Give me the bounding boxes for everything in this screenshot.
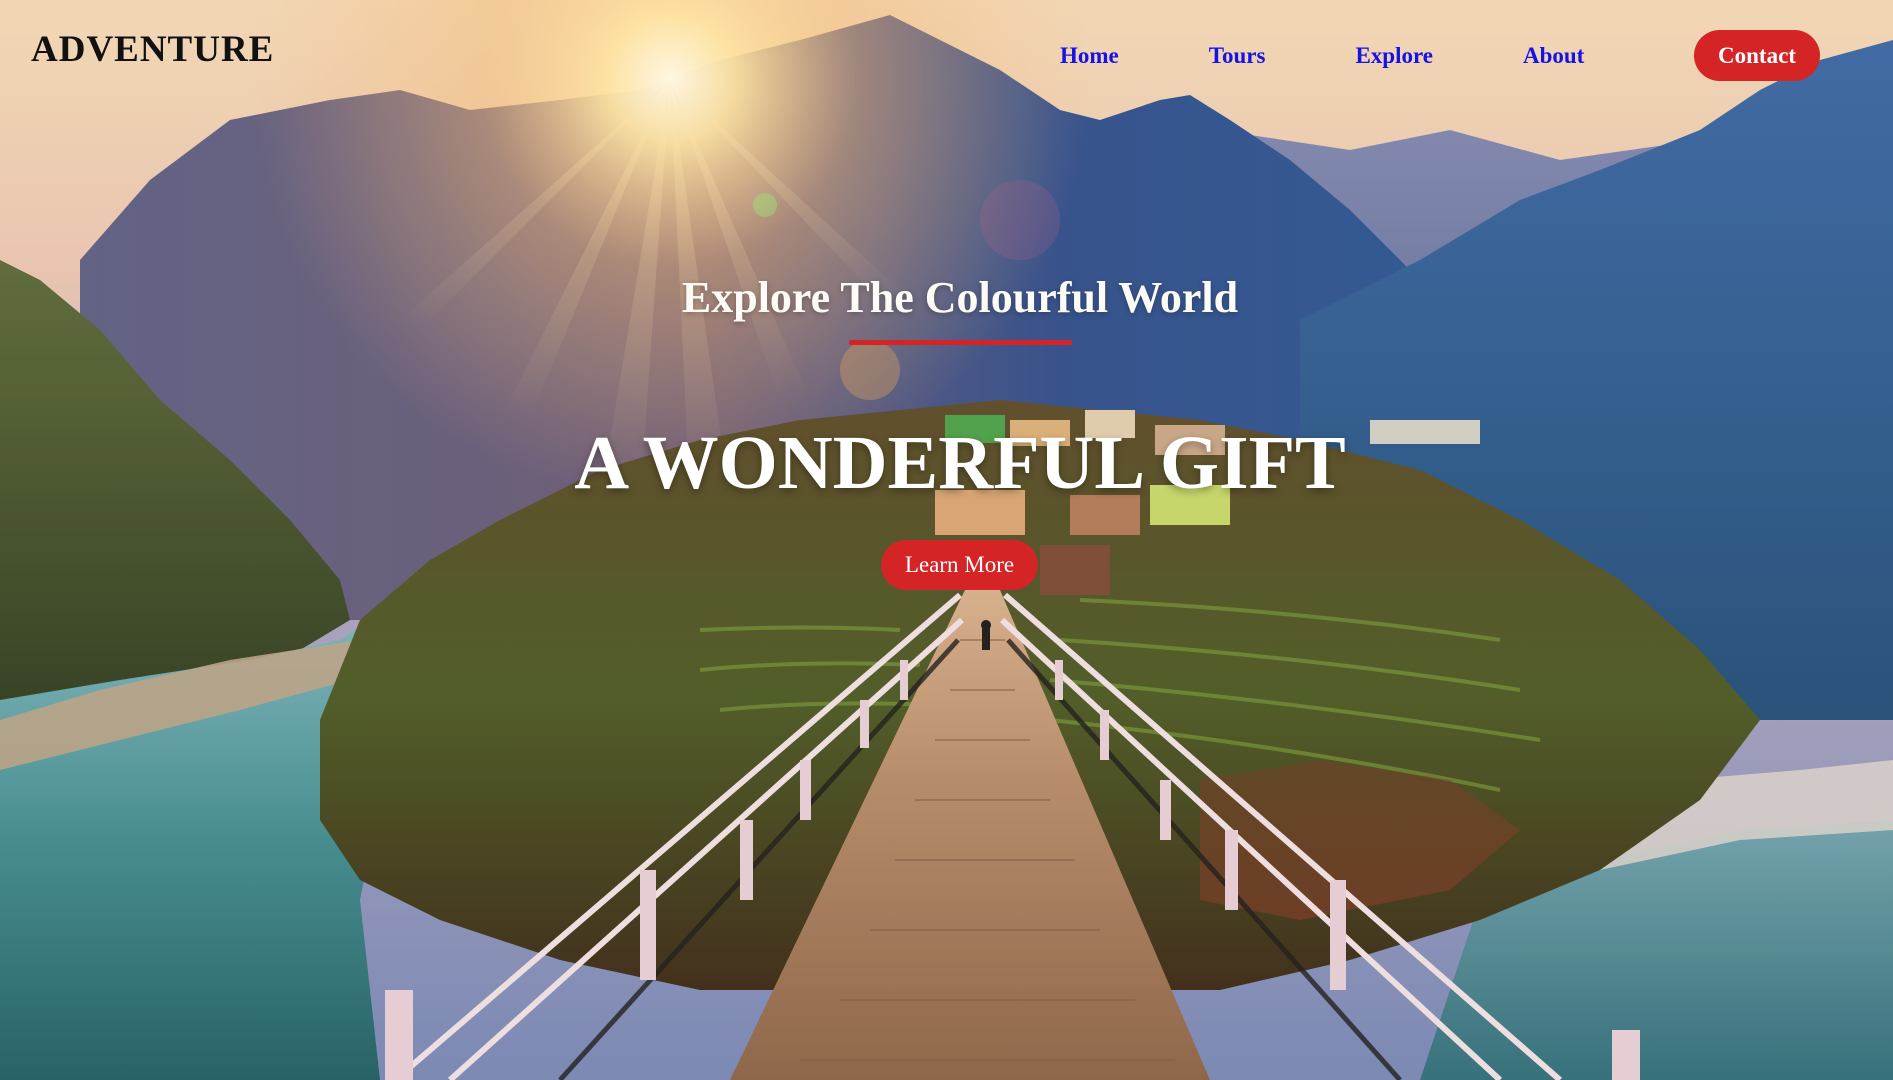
learn-more-button[interactable]: Learn More (881, 540, 1038, 590)
nav-link-home[interactable]: Home (1060, 43, 1119, 69)
contact-button[interactable]: Contact (1694, 30, 1820, 81)
subtitle-underline-divider (849, 340, 1072, 345)
site-logo[interactable]: ADVENTURE (31, 28, 274, 71)
nav-link-about[interactable]: About (1523, 43, 1584, 69)
main-nav: Home Tours Explore About (1060, 30, 1674, 82)
hero-section: ADVENTURE Home Tours Explore About Conta… (0, 0, 1893, 1080)
nav-link-explore[interactable]: Explore (1355, 43, 1433, 69)
hero-subtitle: Explore The Colourful World (681, 273, 1239, 322)
hero-headline: A WONDERFUL GIFT (574, 421, 1346, 505)
nav-link-tours[interactable]: Tours (1209, 43, 1266, 69)
